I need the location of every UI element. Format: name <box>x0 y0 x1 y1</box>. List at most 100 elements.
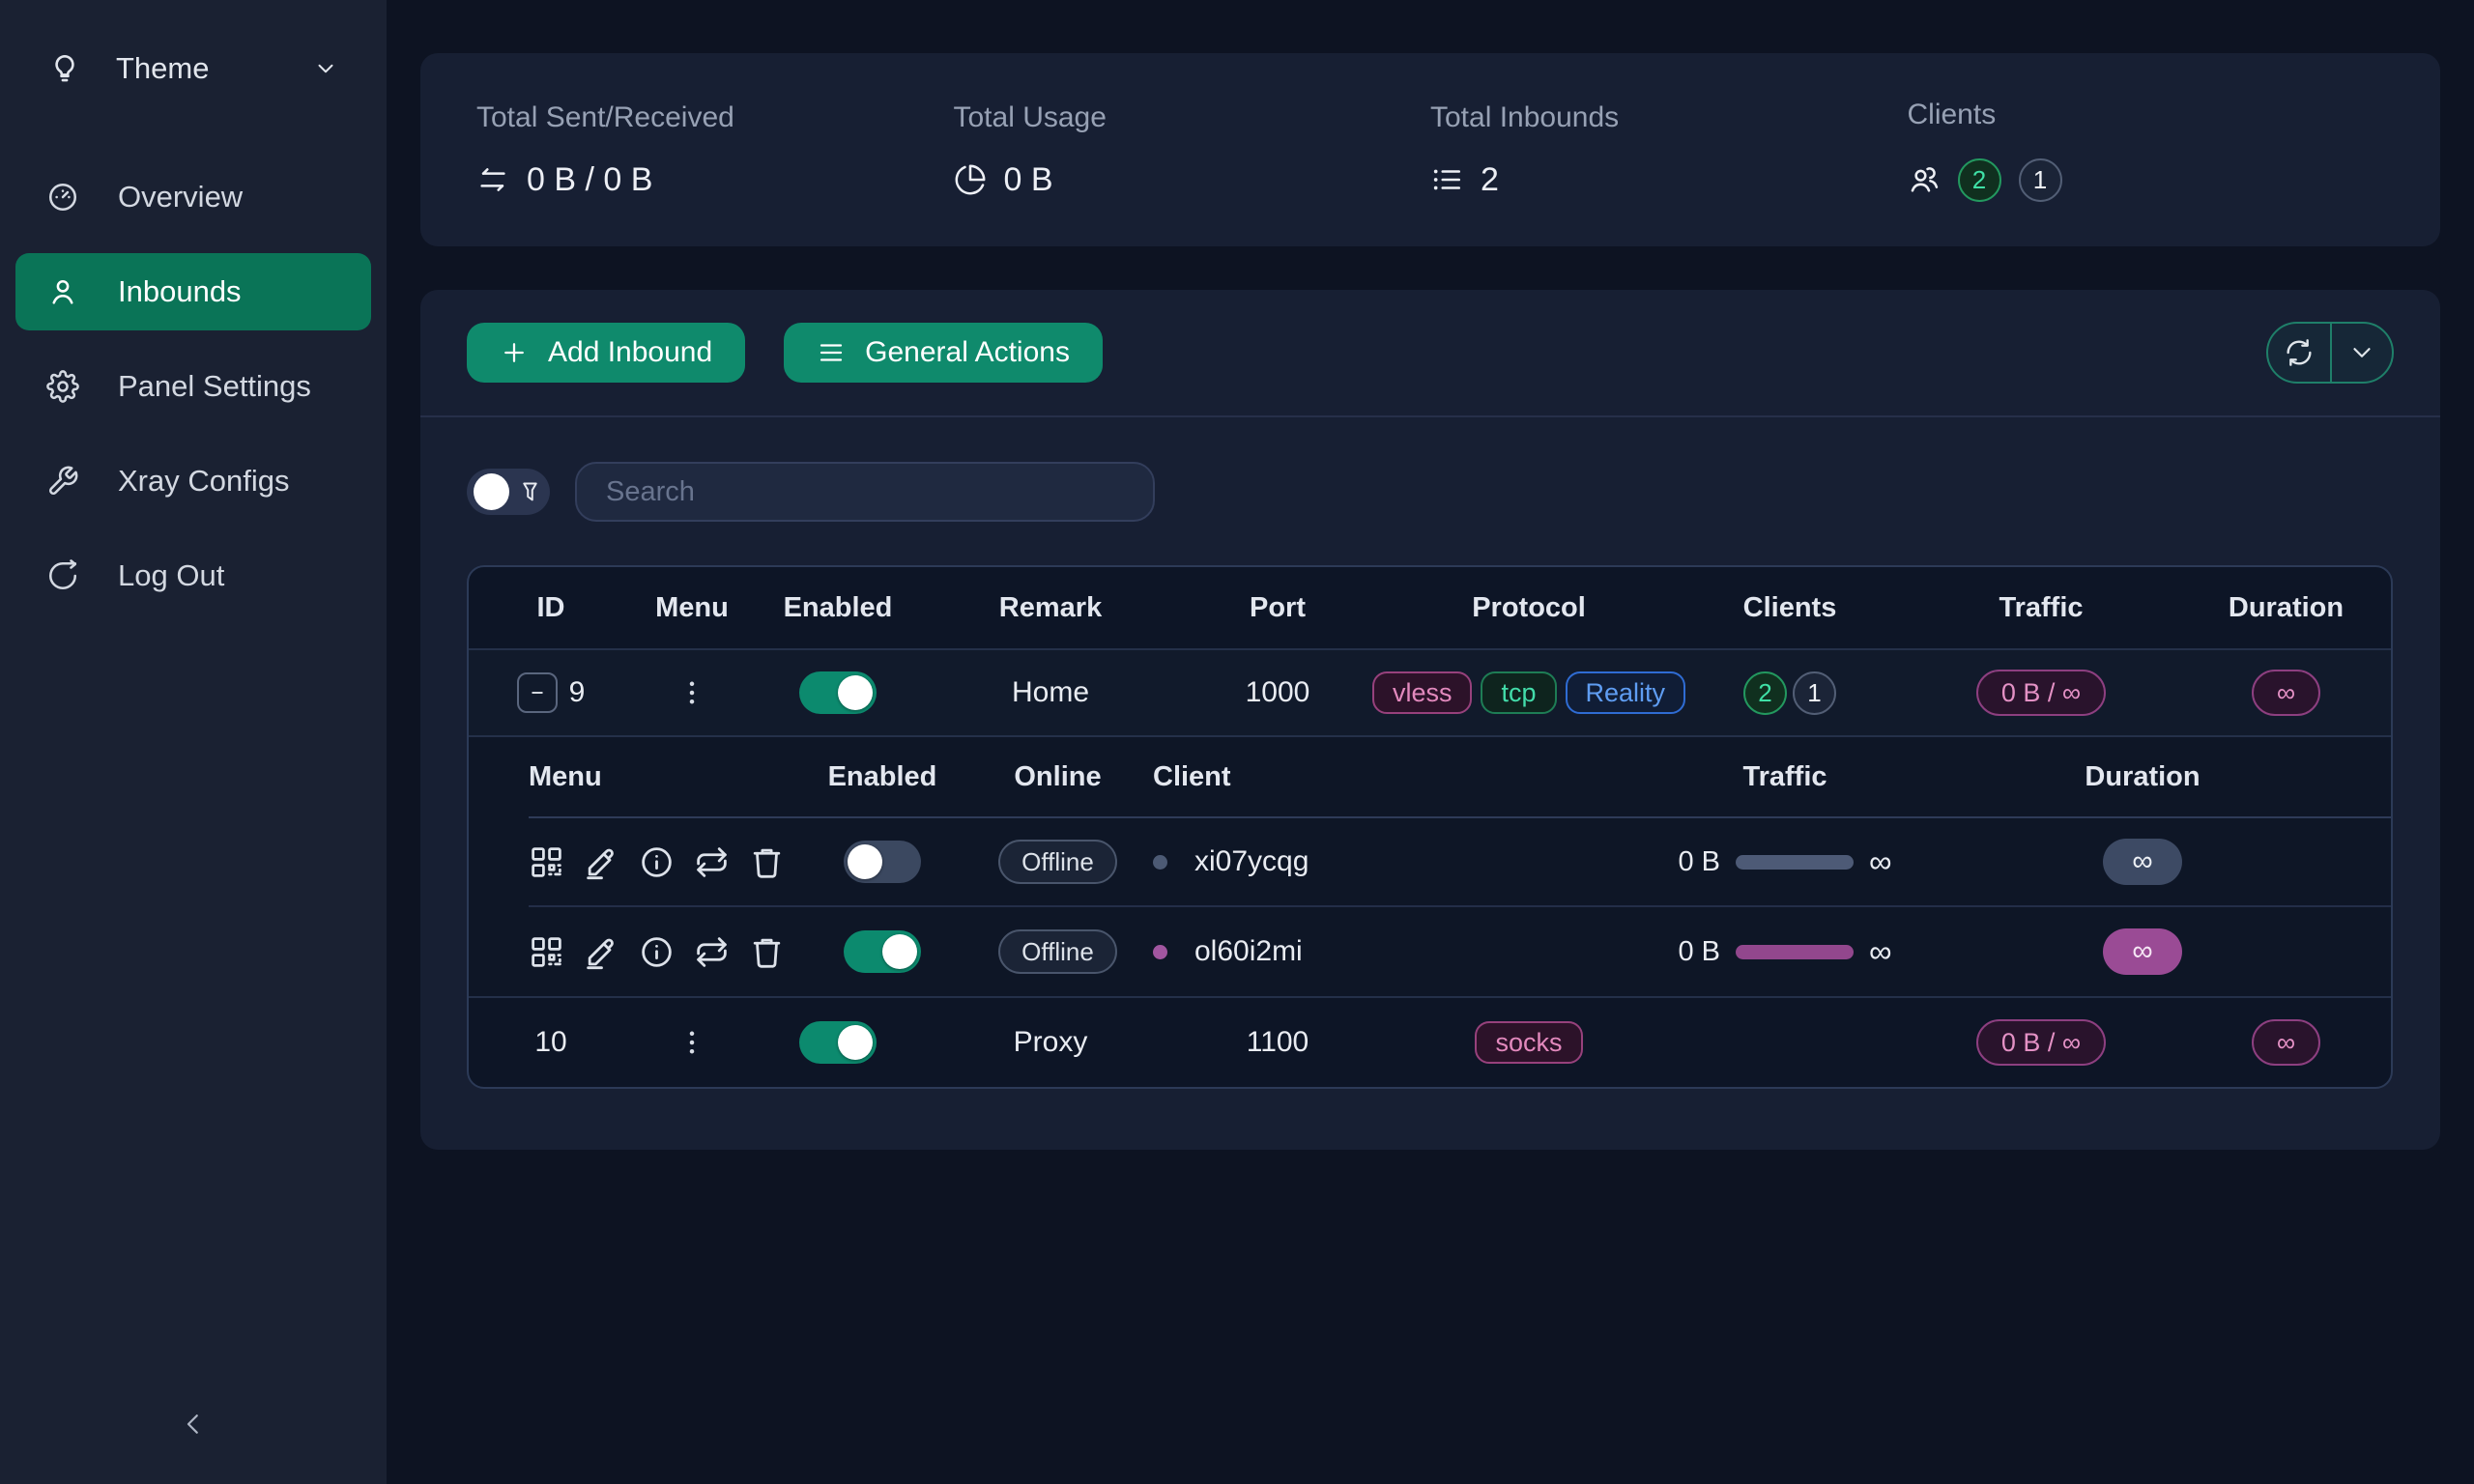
stat-total-sent-received: Total Sent/Received 0 B / 0 B <box>476 101 954 199</box>
chevron-left-icon <box>179 1410 208 1439</box>
info-icon[interactable] <box>639 934 675 970</box>
col-enabled: Enabled <box>751 592 925 624</box>
menu-lines-icon <box>817 338 846 367</box>
col-clients: Clients <box>1679 592 1901 624</box>
client-status-dot <box>1153 855 1167 870</box>
clients-count-badge: 2 <box>1743 671 1787 715</box>
table-header: ID Menu Enabled Remark Port Protocol Cli… <box>469 567 2391 648</box>
table-row: 10 Proxy 1100 socks 0 B / ∞ <box>469 996 2391 1087</box>
col-traffic: Traffic <box>1901 592 2181 624</box>
stat-label: Total Usage <box>954 101 1431 134</box>
pie-chart-icon <box>954 163 987 196</box>
theme-selector[interactable]: Theme <box>27 37 360 100</box>
toggle-knob <box>838 675 873 710</box>
main-content: Total Sent/Received 0 B / 0 B Total Usag… <box>387 0 2474 1484</box>
stat-label: Clients <box>1908 99 2385 131</box>
online-status-badge: Offline <box>998 840 1117 884</box>
sidebar-item-inbounds[interactable]: Inbounds <box>15 253 371 330</box>
stat-total-usage: Total Usage 0 B <box>954 101 1431 199</box>
sidebar-collapse-button[interactable] <box>166 1397 220 1451</box>
client-name: ol60i2mi <box>1194 935 1303 968</box>
col-duration: Duration <box>2181 592 2391 624</box>
client-row: Offline xi07ycqg 0 B ∞ ∞ <box>529 818 2391 907</box>
sidebar-item-logout[interactable]: Log Out <box>15 537 371 614</box>
clients-icon <box>1908 163 1941 196</box>
qr-code-icon[interactable] <box>529 934 564 970</box>
sidebar-item-label: Inbounds <box>118 274 242 309</box>
delete-icon[interactable] <box>749 844 785 880</box>
sidebar-item-label: Xray Configs <box>118 464 289 499</box>
chevron-down-icon <box>2347 338 2376 367</box>
protocol-tag: vless <box>1372 671 1473 714</box>
inbound-id: 10 <box>534 1026 566 1059</box>
sidebar-item-xray-configs[interactable]: Xray Configs <box>15 442 371 520</box>
reset-traffic-icon[interactable] <box>694 934 730 970</box>
search-row <box>420 417 2440 522</box>
subcol-menu: Menu <box>529 761 787 793</box>
traffic-badge: 0 B / ∞ <box>1976 1019 2106 1066</box>
refresh-button-group <box>2266 322 2394 384</box>
info-icon[interactable] <box>639 844 675 880</box>
toggle-knob <box>848 844 882 879</box>
table-row: 9 Home 1000 vless tcp Reality <box>469 648 2391 735</box>
stat-label: Total Inbounds <box>1430 101 1908 134</box>
protocol-tag: Reality <box>1566 671 1686 714</box>
general-actions-button[interactable]: General Actions <box>784 323 1103 383</box>
user-icon <box>46 275 79 308</box>
traffic-progress-bar <box>1736 855 1854 870</box>
stat-value: 0 B <box>1004 161 1053 199</box>
col-port: Port <box>1176 592 1379 624</box>
sidebar: Theme Overview Inbounds Panel Settings X… <box>0 0 387 1484</box>
list-icon <box>1430 163 1463 196</box>
filter-icon <box>517 479 543 505</box>
chevron-down-icon <box>313 56 338 81</box>
bulb-icon <box>48 52 81 85</box>
theme-label: Theme <box>116 51 278 86</box>
search-input[interactable] <box>575 462 1155 522</box>
refresh-icon <box>2284 337 2315 368</box>
sidebar-item-overview[interactable]: Overview <box>15 158 371 236</box>
collapse-row-button[interactable] <box>517 672 558 713</box>
client-enabled-toggle[interactable] <box>844 930 921 973</box>
gear-icon <box>46 370 79 403</box>
traffic-cap: ∞ <box>1869 843 1892 880</box>
inbound-enabled-toggle[interactable] <box>799 1021 877 1064</box>
add-inbound-button[interactable]: Add Inbound <box>467 323 745 383</box>
client-enabled-toggle[interactable] <box>844 841 921 883</box>
sidebar-item-panel-settings[interactable]: Panel Settings <box>15 348 371 425</box>
stat-label: Total Sent/Received <box>476 101 954 134</box>
client-duration-badge: ∞ <box>2103 928 2182 975</box>
subcol-enabled: Enabled <box>787 761 978 793</box>
inbound-remark: Home <box>925 676 1176 709</box>
reset-traffic-icon[interactable] <box>694 844 730 880</box>
client-row: Offline ol60i2mi 0 B ∞ ∞ <box>529 907 2391 996</box>
transfer-arrows-icon <box>476 163 509 196</box>
inbounds-card: Add Inbound General Actions <box>420 290 2440 1150</box>
edit-icon[interactable] <box>584 844 619 880</box>
row-menu-button[interactable] <box>671 1021 713 1064</box>
clients-subtable: Menu Enabled Online Client Traffic Durat… <box>469 735 2391 996</box>
toolbar: Add Inbound General Actions <box>420 290 2440 417</box>
stats-card: Total Sent/Received 0 B / 0 B Total Usag… <box>420 53 2440 246</box>
client-duration-badge: ∞ <box>2103 839 2182 885</box>
inbound-enabled-toggle[interactable] <box>799 671 877 714</box>
refresh-button[interactable] <box>2268 324 2330 382</box>
filter-toggle[interactable] <box>467 469 550 515</box>
plus-icon <box>500 338 529 367</box>
protocol-tag: tcp <box>1481 671 1556 714</box>
edit-icon[interactable] <box>584 934 619 970</box>
clients-online-badge: 2 <box>1958 158 2001 202</box>
stat-clients: Clients 2 1 <box>1908 99 2385 202</box>
stat-total-inbounds: Total Inbounds 2 <box>1430 101 1908 199</box>
traffic-used: 0 B <box>1678 846 1720 878</box>
qr-code-icon[interactable] <box>529 844 564 880</box>
toggle-knob <box>882 934 917 969</box>
duration-badge: ∞ <box>2252 1019 2320 1066</box>
inbound-remark: Proxy <box>925 1026 1176 1059</box>
refresh-options-button[interactable] <box>2330 324 2392 382</box>
row-menu-button[interactable] <box>671 671 713 714</box>
col-menu: Menu <box>633 592 751 624</box>
col-id: ID <box>469 592 633 624</box>
delete-icon[interactable] <box>749 934 785 970</box>
client-name: xi07ycqg <box>1194 845 1309 878</box>
